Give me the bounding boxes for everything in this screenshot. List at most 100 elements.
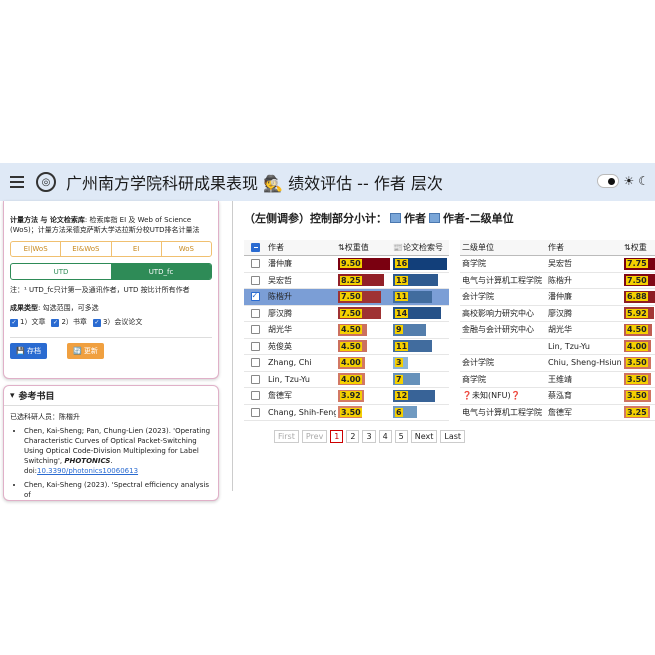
table-row[interactable]: Lin, Tzu-Yu 4.00 7 xyxy=(244,372,449,388)
table-row[interactable]: 詹德军 3.92 12 xyxy=(244,388,449,405)
row-checkbox[interactable] xyxy=(250,391,260,401)
index-option[interactable]: WoS xyxy=(162,242,211,256)
table-row[interactable]: 商学院 王维靖 3.50 xyxy=(460,372,655,388)
unit-name: 电气与计算机工程学院 xyxy=(462,407,542,417)
col-author[interactable]: 作者 xyxy=(546,242,622,253)
row-checkbox[interactable] xyxy=(250,358,260,368)
count-cell: 12 xyxy=(391,389,449,402)
weight-cell: 8.25 xyxy=(336,274,391,287)
utd-note: 注：¹ UTD_fc只计第一及通讯作者，UTD 按比计所有作者 xyxy=(10,286,190,294)
index-selector: EI|WoS EI&WoS EI WoS xyxy=(10,241,212,257)
row-checkbox[interactable] xyxy=(250,308,260,318)
count-value: 16 xyxy=(395,259,409,269)
author-name: 蔡泓育 xyxy=(548,391,572,401)
author-name: 王维靖 xyxy=(548,374,572,384)
author-table: 作者 ⇅权重值 📰论文检索号 潘仲廉9.5016吴宏哲8.2513陈楷升7.50… xyxy=(244,240,466,443)
save-button[interactable]: 💾 存档 xyxy=(10,343,47,359)
weight-value: 6.88 xyxy=(626,292,648,302)
row-checkbox[interactable] xyxy=(250,374,260,384)
unit-author-table: 二级单位 作者 ⇅权重 商学院 吴宏哲 7.75 电气与计算机工程学院 陈楷升 7.50 会… xyxy=(460,240,655,421)
type-article[interactable]: ✓ 1）文章 xyxy=(10,317,45,327)
weight-bar: 7.50 xyxy=(624,274,655,287)
type-label: 1）文章 xyxy=(20,318,46,326)
count-bar: 16 xyxy=(393,257,447,270)
table-row[interactable]: 电气与计算机工程学院 陈楷升 7.50 xyxy=(460,273,655,289)
select-all-checkbox[interactable] xyxy=(250,243,260,252)
sun-icon[interactable]: ☀ xyxy=(623,174,634,188)
weight-bar: 4.00 xyxy=(624,340,652,353)
table-row[interactable]: 陈楷升 7.50 11 xyxy=(244,289,449,306)
table-row[interactable]: 苑俊英 4.50 11 xyxy=(244,339,449,355)
row-checkbox[interactable] xyxy=(250,341,260,351)
author-name: Chang, Shih-Feng xyxy=(268,407,336,417)
index-option[interactable]: EI xyxy=(112,242,162,256)
table-row[interactable]: 潘仲廉 9.50 16 xyxy=(244,256,449,273)
weight-cell: 5.92 xyxy=(622,307,655,320)
next-page-button[interactable]: Next xyxy=(410,430,438,443)
row-checkbox[interactable] xyxy=(250,407,260,417)
table-row[interactable]: Zhang, Chi 4.00 3 xyxy=(244,355,449,372)
prev-page-button[interactable]: Prev xyxy=(301,430,328,443)
utd-fc-option[interactable]: UTD_fc xyxy=(111,264,211,279)
index-option[interactable]: EI|WoS xyxy=(11,242,62,256)
table-row[interactable]: 吴宏哲 8.25 13 xyxy=(244,273,449,289)
row-checkbox-cell xyxy=(244,325,266,335)
table-row[interactable]: 会计学院 潘仲廉 6.88 xyxy=(460,289,655,306)
page-button[interactable]: 1 xyxy=(330,430,344,443)
page-button[interactable]: 5 xyxy=(394,430,408,443)
page-button[interactable]: 3 xyxy=(362,430,376,443)
row-checkbox-cell xyxy=(244,291,266,302)
col-count[interactable]: 📰论文检索号 xyxy=(391,242,449,253)
col-unit[interactable]: 二级单位 xyxy=(460,242,546,253)
count-bar: 11 xyxy=(393,340,432,353)
page-button[interactable]: 4 xyxy=(378,430,392,443)
first-page-button[interactable]: First xyxy=(274,430,299,443)
row-checkbox[interactable] xyxy=(250,291,260,302)
row-checkbox[interactable] xyxy=(250,325,260,335)
table-row[interactable]: 会计学院 Chiu, Sheng-Hsiung 3.50 xyxy=(460,355,655,372)
type-chapter[interactable]: ✓ 2）书章 xyxy=(51,317,87,327)
table-row[interactable]: 电气与计算机工程学院 詹德军 3.25 xyxy=(460,405,655,421)
theme-toggle[interactable] xyxy=(597,174,620,188)
index-option[interactable]: EI&WoS xyxy=(61,242,112,256)
row-checkbox[interactable] xyxy=(250,275,260,285)
weight-bar: 3.25 xyxy=(624,406,651,419)
reference-item: Chen, Kai-Sheng; Pan, Chung-Lien (2023).… xyxy=(24,426,212,476)
app-header: ◎ 广州南方学院科研成果表现 🕵️ 绩效评估 -- 作者 层次 ☀ ☾ xyxy=(0,163,655,201)
utd-selector: UTD UTD_fc xyxy=(10,263,212,280)
col-weight[interactable]: ⇅权重值 xyxy=(336,242,391,253)
author-name: 廖汉腾 xyxy=(548,308,572,318)
moon-icon[interactable]: ☾ xyxy=(638,174,649,188)
last-page-button[interactable]: Last xyxy=(440,430,466,443)
weight-cell: 4.00 xyxy=(336,373,391,386)
doi-link[interactable]: 10.3390/photonics10060613 xyxy=(37,467,138,475)
update-button[interactable]: 🔄 更新 xyxy=(66,343,104,359)
table-row[interactable]: 廖汉腾 7.50 14 xyxy=(244,306,449,322)
author-name: 苑俊英 xyxy=(268,341,292,351)
weight-cell: 6.88 xyxy=(622,290,655,303)
table-row[interactable]: ❓未知(NFU)❓ 蔡泓育 3.50 xyxy=(460,388,655,405)
table-header: 二级单位 作者 ⇅权重 xyxy=(460,240,655,256)
count-bar: 12 xyxy=(393,389,435,402)
count-value: 3 xyxy=(395,358,403,368)
unit-name: 高校影响力研究中心 xyxy=(462,308,534,318)
type-conference[interactable]: ✓ 3）会议论文 xyxy=(92,317,142,327)
col-author[interactable]: 作者 xyxy=(266,242,336,253)
book-icon xyxy=(390,213,401,223)
row-checkbox-cell xyxy=(244,407,266,417)
col-weight[interactable]: ⇅权重 xyxy=(622,242,655,253)
table-row[interactable]: 胡光华 4.50 9 xyxy=(244,322,449,339)
page-button[interactable]: 2 xyxy=(346,430,360,443)
table-row[interactable]: 商学院 吴宏哲 7.75 xyxy=(460,256,655,273)
menu-icon[interactable] xyxy=(10,173,24,191)
table-row[interactable]: 高校影响力研究中心 廖汉腾 5.92 xyxy=(460,306,655,322)
weight-cell: 4.00 xyxy=(336,356,391,369)
table-row[interactable]: 金融与会计研究中心 胡光华 4.50 xyxy=(460,322,655,339)
weight-value: 7.50 xyxy=(340,308,362,318)
splitter[interactable] xyxy=(232,201,233,491)
table-row[interactable]: Chang, Shih-Feng 3.50 6 xyxy=(244,405,449,421)
references-header[interactable]: ▾ 参考书目 xyxy=(4,386,218,406)
table-row[interactable]: Lin, Tzu-Yu 4.00 xyxy=(460,339,655,355)
utd-option[interactable]: UTD xyxy=(11,264,111,279)
row-checkbox[interactable] xyxy=(250,259,260,269)
